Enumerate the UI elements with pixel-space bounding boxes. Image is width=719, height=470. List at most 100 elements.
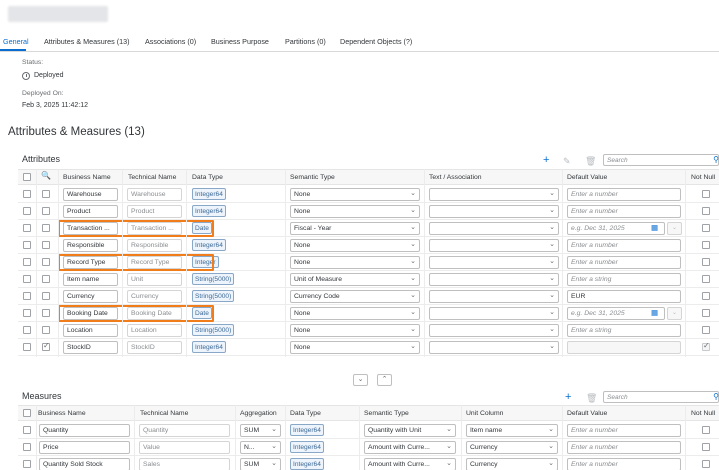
tab-attributes-measures[interactable]: Attributes & Measures (13) [44,37,130,46]
row-select-checkbox[interactable] [23,292,31,300]
tab-general[interactable]: General [3,37,29,46]
row-select-checkbox[interactable] [23,343,31,351]
chevron-down-button[interactable]: ⌄ [353,374,368,386]
plus-icon[interactable]: + [565,392,571,403]
data-type-token[interactable]: Integer64 [192,239,226,251]
not-null-checkbox[interactable] [702,275,710,283]
measures-search-input[interactable]: Search ⚲ [603,391,719,403]
date-mode-select[interactable]: ⌄ [667,222,682,235]
key-checkbox[interactable] [42,207,50,215]
business-name-input[interactable]: Quantity [39,424,130,437]
not-null-checkbox[interactable] [702,224,710,232]
default-value-input[interactable]: Enter a number [567,424,681,437]
row-select-checkbox[interactable] [23,309,31,317]
key-checkbox[interactable] [42,326,50,334]
semantic-type-select[interactable]: None ⌄ [290,324,420,337]
key-checkbox[interactable] [42,292,50,300]
business-name-input[interactable]: Location [63,324,118,337]
chevron-up-button[interactable]: ⌃ [377,374,392,386]
tab-associations[interactable]: Associations (0) [145,37,196,46]
text-association-select[interactable]: ⌄ [429,324,559,337]
aggregation-select[interactable]: SUM ⌄ [240,424,281,437]
row-select-checkbox[interactable] [23,426,31,434]
business-name-input[interactable]: Responsible [63,239,118,252]
text-association-select[interactable]: ⌄ [429,307,559,320]
aggregation-select[interactable]: SUM ⌄ [240,458,281,470]
default-value-input[interactable]: Enter a number [567,458,681,470]
row-select-checkbox[interactable] [23,190,31,198]
data-type-token[interactable]: Integer64 [192,205,226,217]
select-all-checkbox[interactable] [23,409,31,417]
row-select-checkbox[interactable] [23,207,31,215]
row-select-checkbox[interactable] [23,224,31,232]
default-value-input[interactable]: Enter a number [567,256,681,269]
text-association-select[interactable]: ⌄ [429,256,559,269]
row-select-checkbox[interactable] [23,258,31,266]
not-null-checkbox[interactable] [702,443,710,451]
default-value-input[interactable]: Enter a string [567,273,681,286]
trash-icon[interactable]: 🗑 [585,156,596,166]
default-value-input[interactable]: Enter a number [567,239,681,252]
attributes-search-input[interactable]: Search ⚲ [603,154,719,166]
data-type-token[interactable]: Integer64 [192,188,226,200]
semantic-type-select[interactable]: Unit of Measure ⌄ [290,273,420,286]
calendar-icon[interactable]: ▦ [651,308,658,317]
text-association-select[interactable]: ⌄ [429,239,559,252]
default-value-input[interactable]: Enter a number [567,441,681,454]
not-null-checkbox[interactable] [702,258,710,266]
unit-column-select[interactable]: Currency ⌄ [466,441,558,454]
data-type-token[interactable]: String(5000) [192,324,235,336]
text-association-select[interactable]: ⌄ [429,341,559,354]
row-select-checkbox[interactable] [23,460,31,468]
business-name-input[interactable]: Quantity Sold Stock [39,458,130,470]
trash-icon[interactable]: 🗑 [586,393,597,403]
key-checkbox[interactable] [42,190,50,198]
row-select-checkbox[interactable] [23,443,31,451]
text-association-select[interactable]: ⌄ [429,205,559,218]
tab-dependent-objects[interactable]: Dependent Objects (?) [340,37,412,46]
business-name-input[interactable]: Product [63,205,118,218]
select-all-checkbox[interactable] [23,173,31,181]
unit-column-select[interactable]: Currency ⌄ [466,458,558,470]
business-name-input[interactable]: Item name [63,273,118,286]
data-type-token[interactable]: Integer64 [290,424,324,436]
default-value-input[interactable]: EUR [567,290,681,303]
default-value-input[interactable]: Enter a number [567,205,681,218]
magnifier-icon[interactable]: ⚲ [713,155,719,164]
semantic-type-select[interactable]: None ⌄ [290,256,420,269]
key-checkbox[interactable] [42,341,50,351]
semantic-type-select[interactable]: None ⌄ [290,188,420,201]
key-checkbox[interactable] [42,275,50,283]
not-null-checkbox[interactable] [702,207,710,215]
text-association-select[interactable]: ⌄ [429,273,559,286]
semantic-type-select[interactable]: Amount with Curre... ⌄ [364,441,456,454]
business-name-input[interactable]: StockID [63,341,118,354]
semantic-type-select[interactable]: None ⌄ [290,205,420,218]
tab-business-purpose[interactable]: Business Purpose [211,37,269,46]
data-type-token[interactable]: String(5000) [192,273,235,285]
business-name-input[interactable]: Warehouse [63,188,118,201]
aggregation-select[interactable]: N... ⌄ [240,441,281,454]
row-select-checkbox[interactable] [23,241,31,249]
not-null-checkbox[interactable] [702,309,710,317]
text-association-select[interactable]: ⌄ [429,222,559,235]
unit-column-select[interactable]: Item name ⌄ [466,424,558,437]
key-checkbox[interactable] [42,309,50,317]
default-value-input[interactable]: Enter a number [567,188,681,201]
data-type-token[interactable]: Integer64 [192,341,226,353]
not-null-checkbox[interactable] [702,292,710,300]
semantic-type-select[interactable]: Currency Code ⌄ [290,290,420,303]
semantic-type-select[interactable]: None ⌄ [290,307,420,320]
semantic-type-select[interactable]: None ⌄ [290,341,420,354]
data-type-token[interactable]: String(5000) [192,290,235,302]
not-null-checkbox[interactable] [702,190,710,198]
semantic-type-select[interactable]: Quantity with Unit ⌄ [364,424,456,437]
key-checkbox[interactable] [42,241,50,249]
default-value-input[interactable]: Enter a string [567,324,681,337]
not-null-checkbox[interactable] [702,326,710,334]
business-name-input[interactable]: Currency [63,290,118,303]
key-checkbox[interactable] [42,224,50,232]
data-type-token[interactable]: Integer64 [290,458,324,470]
magnifier-icon[interactable]: ⚲ [713,392,719,401]
key-checkbox[interactable] [42,258,50,266]
